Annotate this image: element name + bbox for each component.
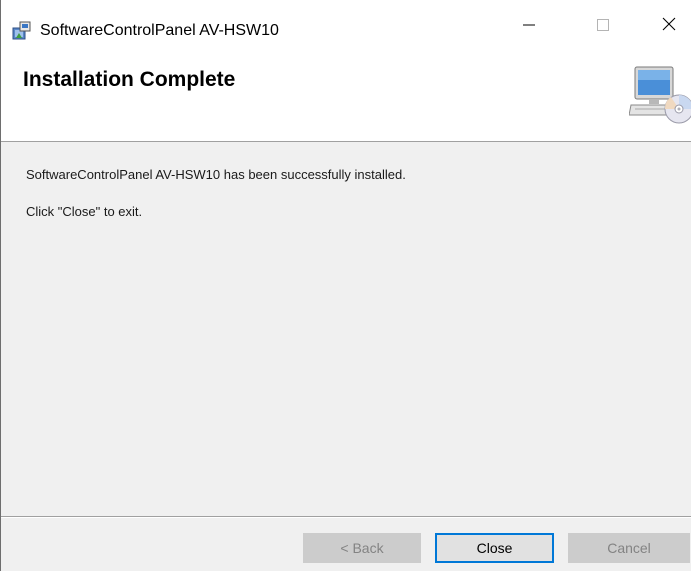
page-title: Installation Complete — [23, 68, 236, 91]
back-button[interactable]: < Back — [303, 533, 421, 563]
computer-cd-icon — [628, 65, 691, 127]
window-title: SoftwareControlPanel AV-HSW10 — [40, 22, 279, 39]
close-icon — [662, 17, 676, 36]
minimize-button[interactable] — [506, 12, 552, 41]
installer-package-icon — [12, 20, 32, 40]
maximize-icon — [597, 18, 609, 36]
minimize-icon — [523, 18, 535, 36]
installer-window: SoftwareControlPanel AV-HSW10 Installati… — [0, 0, 691, 571]
header-banner: Installation Complete — [1, 41, 691, 142]
success-message: SoftwareControlPanel AV-HSW10 has been s… — [26, 167, 406, 182]
footer-divider — [1, 516, 691, 518]
content-area: SoftwareControlPanel AV-HSW10 has been s… — [1, 142, 691, 516]
exit-instruction: Click "Close" to exit. — [26, 204, 143, 219]
cancel-button[interactable]: Cancel — [568, 533, 690, 563]
title-bar[interactable]: SoftwareControlPanel AV-HSW10 — [1, 0, 691, 41]
maximize-button[interactable] — [580, 12, 626, 41]
close-window-button[interactable] — [646, 12, 691, 41]
close-button[interactable]: Close — [435, 533, 554, 563]
